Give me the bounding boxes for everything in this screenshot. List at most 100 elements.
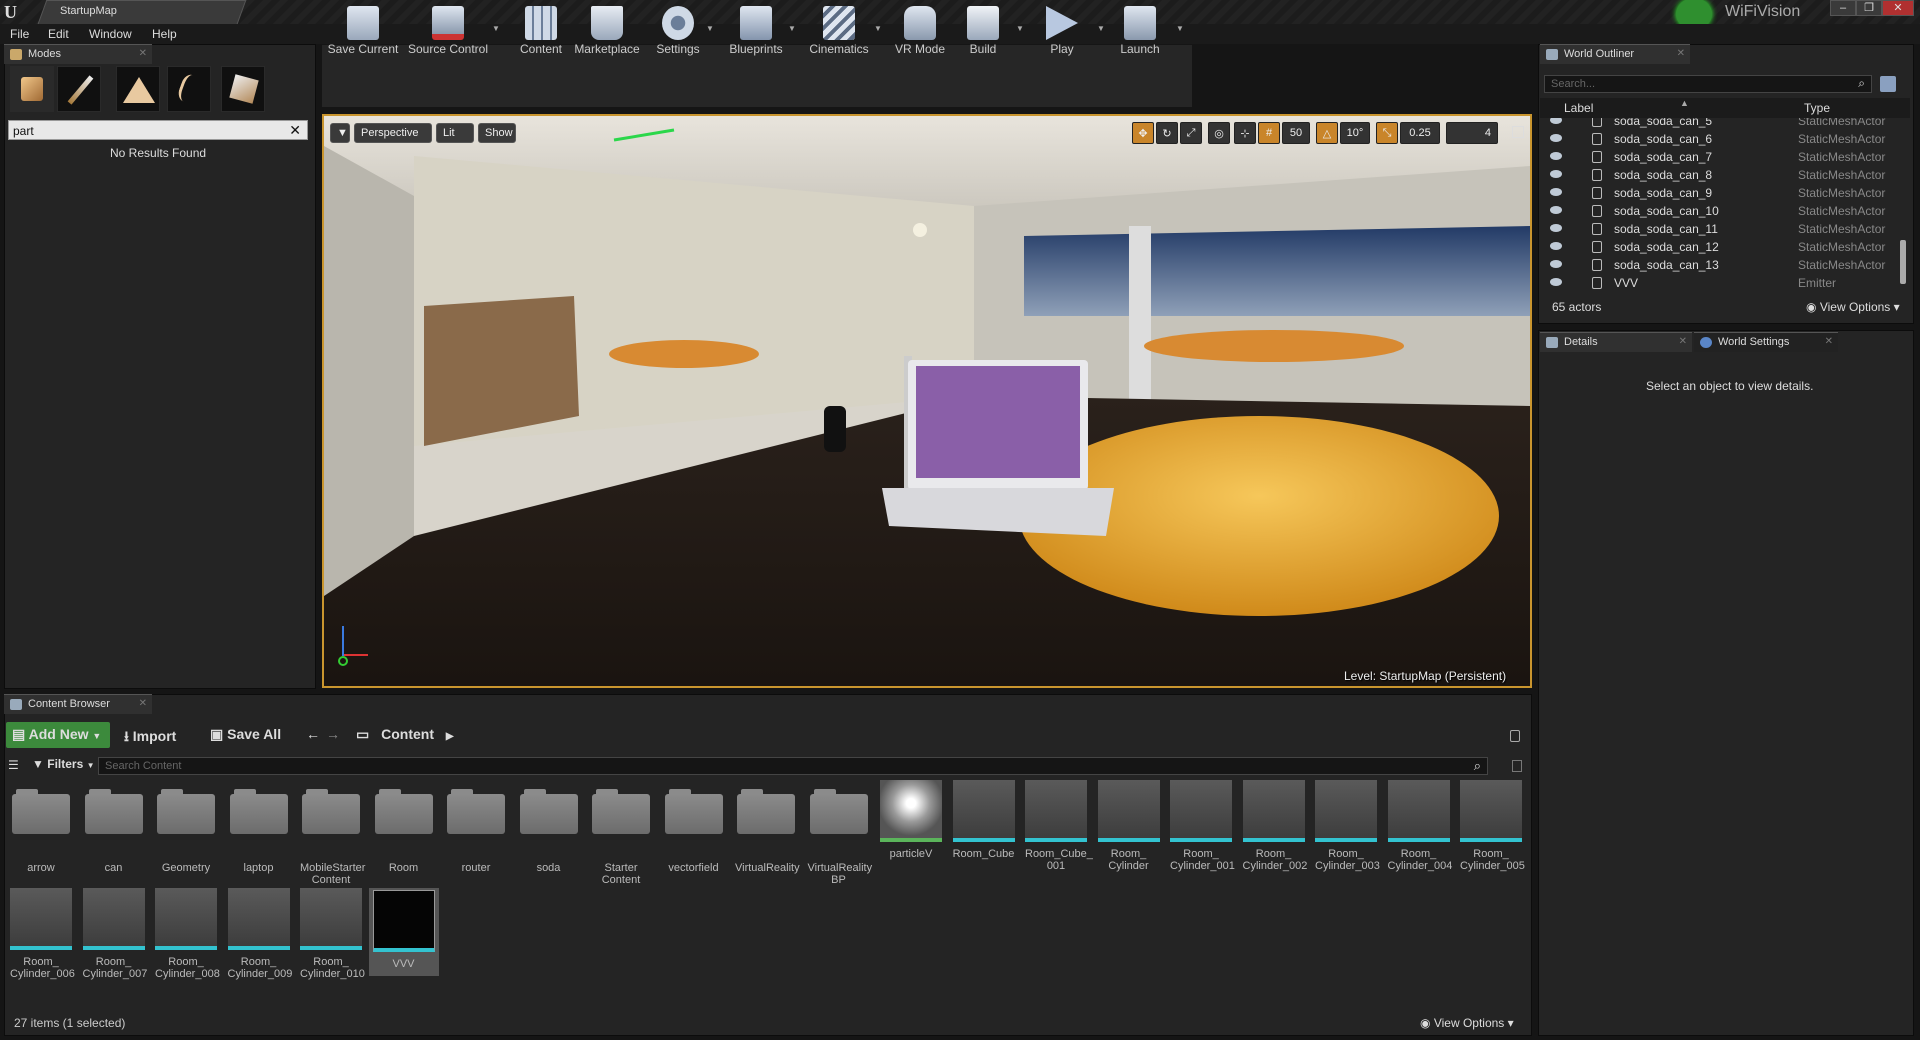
visibility-eye-icon[interactable] xyxy=(1550,118,1562,124)
folder-item[interactable]: Starter Content xyxy=(590,780,652,886)
build-dropdown-icon[interactable]: ▼ xyxy=(1016,24,1024,33)
asset-item[interactable]: Room_Cube xyxy=(952,780,1015,860)
asset-item[interactable]: Room_ Cylinder_006 xyxy=(10,888,75,980)
grid-snap-value[interactable]: 50 xyxy=(1282,122,1310,144)
outliner-row[interactable]: soda_soda_can_7 StaticMeshActor xyxy=(1540,148,1898,166)
asset-item[interactable]: Room_ Cylinder_007 xyxy=(82,888,147,980)
level-viewport[interactable]: ▼ Perspective Lit Show ✥ ↻ ⤢ ◎ ⊹ # 50 △ … xyxy=(322,114,1532,688)
folder-item[interactable]: vectorfield xyxy=(663,780,725,874)
col-type[interactable]: Type xyxy=(1804,101,1830,115)
add-new-button[interactable]: ▤ Add New ▼ xyxy=(6,722,110,748)
visibility-eye-icon[interactable] xyxy=(1550,260,1562,268)
save-all-button[interactable]: ▣ Save All xyxy=(210,722,290,748)
close-icon[interactable]: ✕ xyxy=(1679,336,1687,347)
folder-item[interactable]: router xyxy=(445,780,507,874)
play-dropdown-icon[interactable]: ▼ xyxy=(1097,24,1105,33)
folder-item[interactable]: Geometry xyxy=(155,780,217,874)
visibility-eye-icon[interactable] xyxy=(1550,242,1562,250)
vr-mode-button[interactable]: VR Mode xyxy=(890,0,950,62)
scale-snap-value[interactable]: 0.25 xyxy=(1400,122,1440,144)
tab-details[interactable]: Details ✕ xyxy=(1540,332,1692,352)
asset-item[interactable]: Room_Cube_ 001 xyxy=(1025,780,1093,872)
folder-item[interactable]: VirtualReality xyxy=(735,780,800,874)
asset-item[interactable]: Room_ Cylinder_008 xyxy=(155,888,220,980)
camera-speed-button[interactable]: 4 xyxy=(1446,122,1498,144)
filters-button[interactable]: ▼ Filters ▼ xyxy=(32,757,95,771)
asset-item[interactable]: Room_ Cylinder_005 xyxy=(1460,780,1525,872)
content-button[interactable]: Content xyxy=(514,0,568,62)
save-current-button[interactable]: Save Current xyxy=(326,0,400,62)
content-view-options[interactable]: ◉ View Options ▾ xyxy=(1420,1016,1514,1030)
save-search-icon[interactable] xyxy=(1512,760,1522,772)
menu-help[interactable]: Help xyxy=(152,27,177,41)
source-control-dropdown-icon[interactable]: ▼ xyxy=(492,24,500,33)
content-search-input[interactable]: Search Content ⌕ xyxy=(98,757,1488,775)
asset-item[interactable]: particleV xyxy=(880,780,942,860)
close-window-button[interactable]: ✕ xyxy=(1882,0,1914,16)
show-button[interactable]: Show xyxy=(478,123,516,143)
visibility-eye-icon[interactable] xyxy=(1550,170,1562,178)
visibility-eye-icon[interactable] xyxy=(1550,134,1562,142)
lit-button[interactable]: Lit xyxy=(436,123,474,143)
blueprints-button[interactable]: Blueprints xyxy=(722,0,790,62)
launch-button[interactable]: Launch xyxy=(1112,0,1168,62)
menu-window[interactable]: Window xyxy=(89,27,132,41)
asset-item[interactable]: Room_ Cylinder xyxy=(1097,780,1160,872)
translate-tool-icon[interactable]: ✥ xyxy=(1132,122,1154,144)
asset-item-selected[interactable]: VVV xyxy=(368,888,439,976)
marketplace-button[interactable]: Marketplace xyxy=(572,0,642,62)
folder-item[interactable]: soda xyxy=(518,780,580,874)
source-control-button[interactable]: Source Control xyxy=(406,0,490,62)
folder-item[interactable]: MobileStarter Content xyxy=(300,780,365,886)
settings-button[interactable]: Settings xyxy=(652,0,704,62)
visibility-eye-icon[interactable] xyxy=(1550,206,1562,214)
geometry-mode-button[interactable] xyxy=(221,66,265,112)
outliner-row[interactable]: soda_soda_can_12 StaticMeshActor xyxy=(1540,238,1898,256)
cinematics-dropdown-icon[interactable]: ▼ xyxy=(874,24,882,33)
clear-search-icon[interactable]: ✕ xyxy=(289,122,301,139)
rotate-tool-icon[interactable]: ↻ xyxy=(1156,122,1178,144)
place-mode-button[interactable] xyxy=(10,66,54,112)
tab-content-browser[interactable]: Content Browser ✕ xyxy=(4,694,152,714)
build-button[interactable]: Build xyxy=(958,0,1008,62)
lock-icon[interactable] xyxy=(1510,730,1520,742)
outliner-row[interactable]: soda_soda_can_5 StaticMeshActor xyxy=(1540,118,1898,130)
settings-dropdown-icon[interactable]: ▼ xyxy=(706,24,714,33)
play-button[interactable]: Play xyxy=(1036,0,1088,62)
outliner-row[interactable]: soda_soda_can_13 StaticMeshActor xyxy=(1540,256,1898,274)
outliner-add-icon[interactable] xyxy=(1880,76,1896,92)
cinematics-button[interactable]: Cinematics xyxy=(804,0,874,62)
outliner-row[interactable]: soda_soda_can_10 StaticMeshActor xyxy=(1540,202,1898,220)
outliner-row[interactable]: soda_soda_can_9 StaticMeshActor xyxy=(1540,184,1898,202)
visibility-eye-icon[interactable] xyxy=(1550,224,1562,232)
minimize-button[interactable]: – xyxy=(1830,0,1856,16)
back-button[interactable]: ← xyxy=(306,722,320,748)
asset-item[interactable]: Room_ Cylinder_009 xyxy=(227,888,292,980)
modes-search-input[interactable]: part ✕ xyxy=(8,120,308,140)
tab-world-settings[interactable]: World Settings ✕ xyxy=(1694,332,1838,352)
folder-item[interactable]: Room xyxy=(373,780,435,874)
surface-snap-icon[interactable]: ⊹ xyxy=(1234,122,1256,144)
close-icon[interactable]: ✕ xyxy=(139,698,147,709)
folder-item[interactable]: arrow xyxy=(10,780,72,874)
folder-item[interactable]: laptop xyxy=(228,780,290,874)
tab-world-outliner[interactable]: World Outliner ✕ xyxy=(1540,44,1690,64)
viewport-options-button[interactable]: ▼ xyxy=(330,123,350,143)
menu-file[interactable]: File xyxy=(10,27,29,41)
outliner-row[interactable]: VVV Emitter xyxy=(1540,274,1898,292)
grid-snap-icon[interactable]: # xyxy=(1258,122,1280,144)
outliner-row[interactable]: soda_soda_can_11 StaticMeshActor xyxy=(1540,220,1898,238)
asset-item[interactable]: Room_ Cylinder_003 xyxy=(1315,780,1380,872)
scale-snap-icon[interactable]: ⤡ xyxy=(1376,122,1398,144)
asset-item[interactable]: Room_ Cylinder_010 xyxy=(300,888,365,980)
col-label[interactable]: Label xyxy=(1564,101,1593,115)
folder-item[interactable]: VirtualReality BP xyxy=(808,780,872,886)
scale-tool-icon[interactable]: ⤢ xyxy=(1180,122,1202,144)
paint-mode-button[interactable] xyxy=(57,66,101,112)
maximize-viewport-icon[interactable] xyxy=(1512,126,1524,138)
landscape-mode-button[interactable] xyxy=(116,66,160,112)
menu-edit[interactable]: Edit xyxy=(48,27,69,41)
blueprints-dropdown-icon[interactable]: ▼ xyxy=(788,24,796,33)
breadcrumb[interactable]: ▭ Content ▶ xyxy=(356,722,476,748)
launch-dropdown-icon[interactable]: ▼ xyxy=(1176,24,1184,33)
